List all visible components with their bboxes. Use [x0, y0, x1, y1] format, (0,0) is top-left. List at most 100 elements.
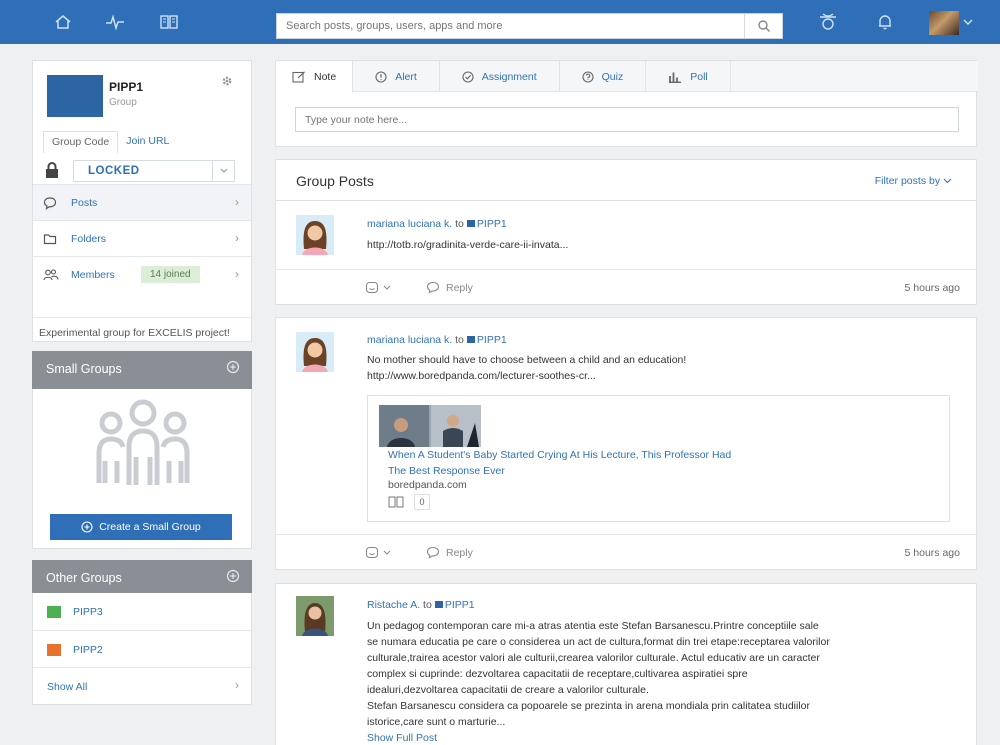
- speech-bubble-icon: [426, 281, 440, 294]
- search-button[interactable]: [744, 14, 782, 38]
- post-text-line: culturale,trairea acestor valori ale cul…: [367, 652, 820, 664]
- post-text-line: Un pedagog contemporan care mi-a atras a…: [367, 620, 819, 632]
- search-icon: [757, 20, 770, 33]
- smiley-bubble-icon: [365, 281, 379, 294]
- library-book-icon[interactable]: [388, 495, 404, 509]
- tab-assignment[interactable]: Assignment: [440, 61, 560, 92]
- group-link[interactable]: PIPP1: [477, 218, 507, 230]
- home-icon[interactable]: [52, 11, 74, 33]
- tab-label: Poll: [690, 70, 708, 83]
- reaction-button[interactable]: [365, 281, 391, 295]
- show-all-link[interactable]: Show All ›: [33, 667, 251, 705]
- post-text-line: idealuri,dezvoltarea capacitatii de crea…: [367, 684, 649, 696]
- show-all-label: Show All: [47, 681, 88, 693]
- author-name[interactable]: Ristache A.: [367, 599, 420, 611]
- top-navigation-bar: [0, 0, 1000, 44]
- tab-note[interactable]: Note: [276, 61, 354, 93]
- chevron-right-icon: ›: [235, 231, 239, 245]
- reaction-button[interactable]: [365, 546, 391, 560]
- tab-alert[interactable]: Alert: [353, 61, 440, 92]
- other-groups-card: PIPP3 PIPP2 Show All ›: [32, 593, 252, 705]
- chevron-right-icon: ›: [235, 267, 239, 281]
- author-name[interactable]: mariana luciana k.: [367, 218, 452, 230]
- chevron-down-icon[interactable]: [960, 11, 976, 33]
- add-circle-icon[interactable]: [226, 569, 240, 586]
- to-label: to: [455, 218, 464, 230]
- post-actions: Reply 5 hours ago: [276, 534, 978, 570]
- create-small-group-button[interactable]: Create a Small Group: [50, 514, 232, 540]
- group-link[interactable]: PIPP1: [477, 334, 507, 346]
- post-link[interactable]: http://totb.ro/gradinita-verde-care-ii-i…: [367, 237, 568, 253]
- notifications-bell-icon[interactable]: [874, 11, 896, 33]
- lock-row: LOCKED: [43, 160, 238, 184]
- lock-status-select[interactable]: LOCKED: [73, 160, 235, 182]
- add-circle-icon[interactable]: [226, 360, 240, 377]
- people-group-icon: [96, 399, 190, 485]
- post-link[interactable]: http://www.boredpanda.com/lecturer-sooth…: [367, 368, 596, 384]
- gear-icon[interactable]: [221, 75, 233, 90]
- reply-button[interactable]: Reply: [426, 281, 473, 294]
- author-avatar[interactable]: [296, 332, 334, 372]
- filter-posts-dropdown[interactable]: Filter posts by: [875, 175, 952, 187]
- tab-label: Note: [314, 71, 337, 83]
- folder-icon: [43, 234, 57, 245]
- library-book-icon[interactable]: [158, 11, 180, 33]
- chevron-down-icon: [383, 550, 391, 555]
- group-dot-icon: [466, 220, 475, 227]
- link-preview-card[interactable]: When A Student's Baby Started Crying At …: [367, 395, 950, 522]
- alert-circle-icon: [375, 70, 387, 83]
- filter-label: Filter posts by: [874, 175, 941, 187]
- tab-join-url[interactable]: Join URL: [118, 131, 178, 153]
- sidebar-item-label: Posts: [71, 197, 98, 209]
- add-circle-icon: [81, 521, 93, 533]
- group-code-tabs: Group Code Join URL: [43, 131, 178, 153]
- tab-label: Assignment: [481, 70, 537, 83]
- speech-bubble-icon: [43, 197, 57, 210]
- tab-group-code[interactable]: Group Code: [43, 131, 119, 153]
- other-group-item[interactable]: PIPP2: [33, 630, 251, 668]
- tab-label: Alert: [395, 70, 417, 83]
- search-input[interactable]: [277, 14, 737, 38]
- author-name[interactable]: mariana luciana k.: [367, 334, 452, 346]
- sidebar-item-members[interactable]: Members 14 joined ›: [33, 256, 251, 292]
- post-text: No mother should have to choose between …: [367, 354, 687, 366]
- user-avatar[interactable]: [929, 11, 959, 35]
- lock-icon: [46, 162, 58, 178]
- sidebar-item-posts[interactable]: Posts ›: [33, 184, 251, 220]
- post-composer: Note Alert Assignment Quiz Poll: [275, 60, 978, 147]
- tab-quiz[interactable]: Quiz: [560, 61, 647, 92]
- button-label: Create a Small Group: [99, 521, 201, 533]
- post-card: mariana luciana k. to PIPP1 No mother sho…: [275, 317, 978, 570]
- group-label: PIPP3: [73, 606, 103, 618]
- chevron-right-icon: ›: [235, 678, 239, 692]
- post-card: Ristache A. to PIPP1 Un pedagog contempor…: [275, 583, 977, 745]
- reply-label: Reply: [446, 281, 473, 294]
- group-color-swatch: [47, 606, 61, 618]
- members-count-badge: 14 joined: [141, 266, 200, 283]
- pencil-note-icon: [292, 71, 305, 83]
- lock-status-value: LOCKED: [88, 165, 140, 177]
- preview-domain: boredpanda.com: [388, 479, 467, 491]
- group-dot-icon: [434, 601, 443, 608]
- reply-button[interactable]: Reply: [426, 546, 473, 559]
- post-text-line: Stefan Barsanescu considera ca popoarele…: [367, 700, 811, 712]
- show-full-post-link[interactable]: Show Full Post: [367, 730, 830, 745]
- group-type: Group: [109, 97, 137, 108]
- group-description: Experimental group for EXCELIS project!: [33, 317, 251, 341]
- small-groups-header: Small Groups: [32, 351, 252, 389]
- author-avatar[interactable]: [296, 215, 334, 255]
- tab-poll[interactable]: Poll: [646, 61, 731, 92]
- note-input[interactable]: [295, 107, 959, 132]
- activity-pulse-icon[interactable]: [104, 11, 126, 33]
- other-group-item[interactable]: PIPP3: [33, 593, 251, 631]
- group-link[interactable]: PIPP1: [445, 599, 475, 611]
- preview-title-line: When A Student's Baby Started Crying At …: [388, 449, 732, 461]
- apps-icon[interactable]: [817, 11, 839, 33]
- preview-title: When A Student's Baby Started Crying At …: [388, 447, 838, 479]
- sidebar-item-folders[interactable]: Folders ›: [33, 220, 251, 256]
- author-avatar[interactable]: [296, 596, 334, 636]
- save-count: 0: [414, 494, 430, 510]
- group-posts-header: Group Posts Filter posts by: [275, 159, 977, 201]
- question-circle-icon: [582, 70, 594, 83]
- tab-label: Quiz: [601, 70, 624, 83]
